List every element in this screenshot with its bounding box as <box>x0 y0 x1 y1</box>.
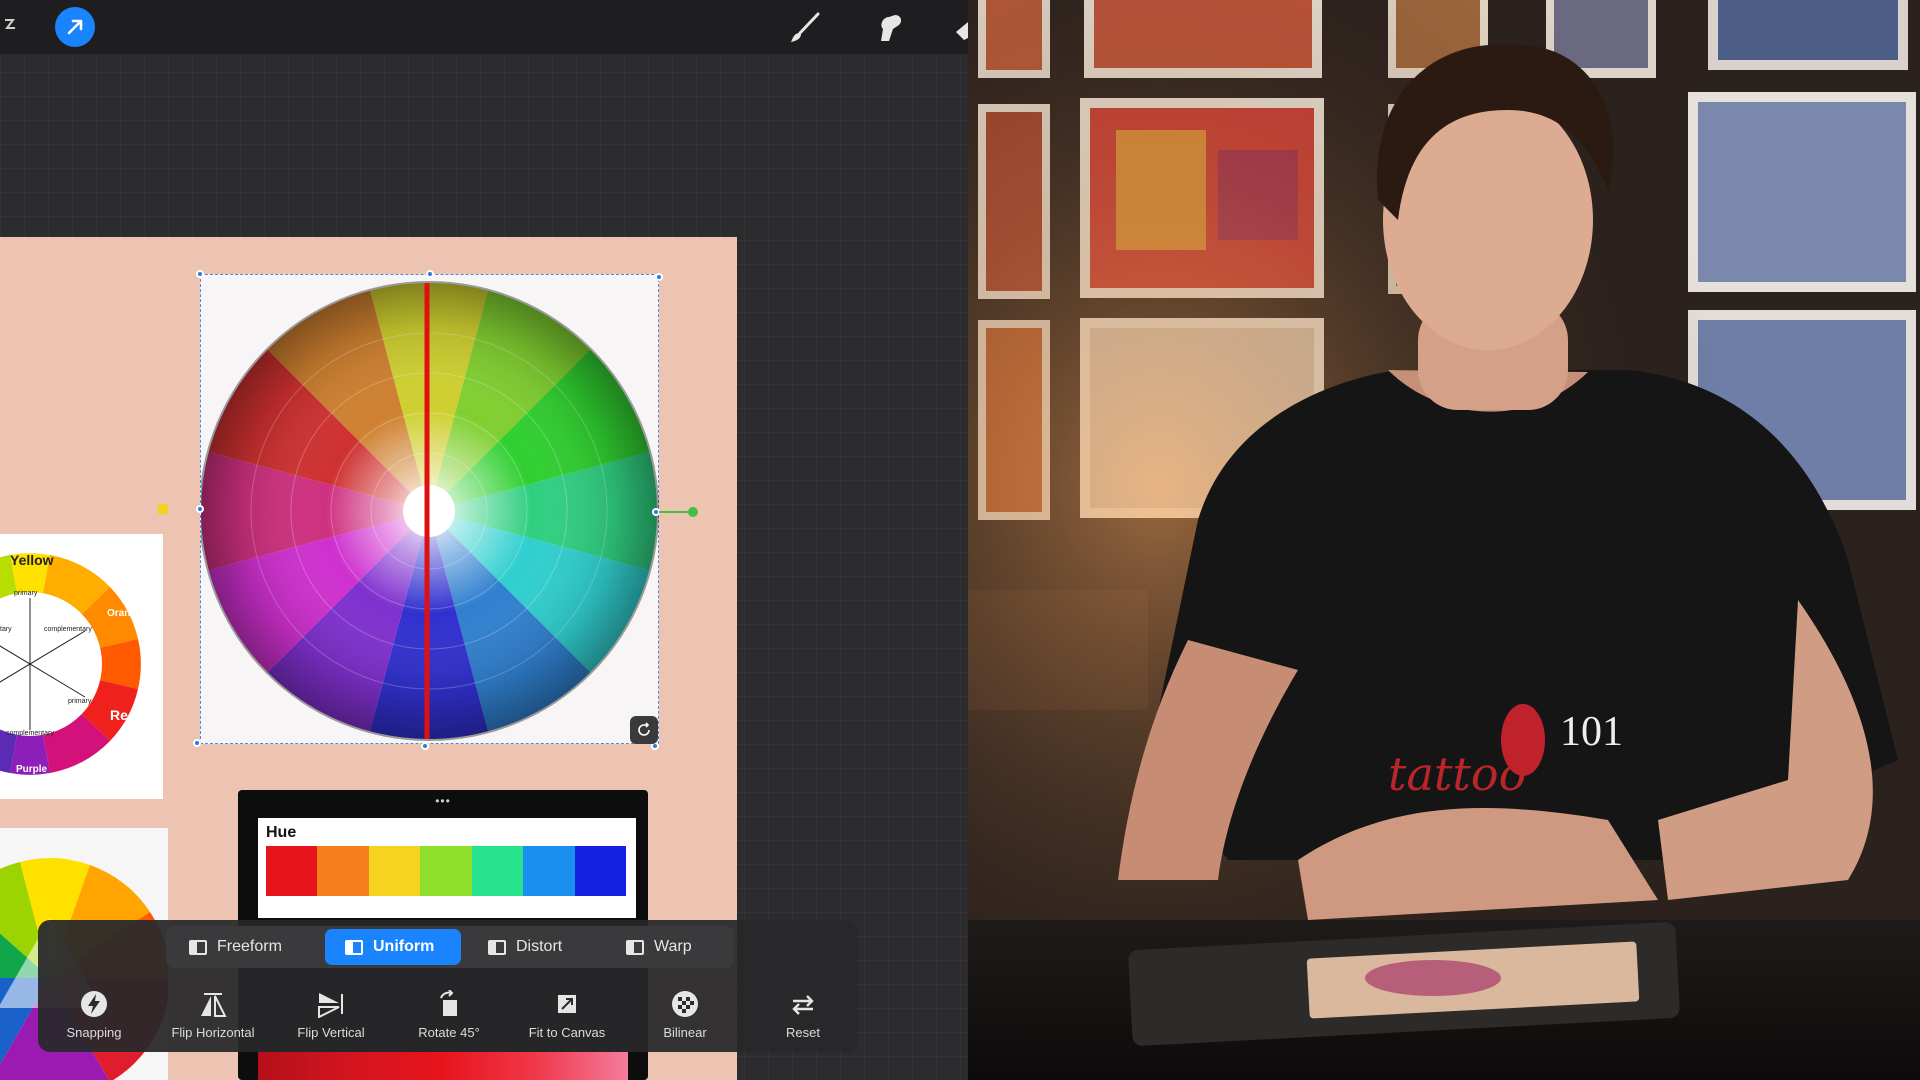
hue-swatch <box>317 846 370 896</box>
tab-warp[interactable]: Warp <box>606 929 726 965</box>
hue-swatch <box>420 846 473 896</box>
fit-to-canvas-icon <box>558 995 576 1013</box>
presenter-video: tattoo 101 <box>968 0 1920 1080</box>
rotate-45-label: Rotate 45° <box>418 1025 480 1040</box>
reset-icon <box>792 995 814 1015</box>
tab-distort-label: Distort <box>516 938 563 955</box>
transform-handle-left[interactable] <box>196 505 204 513</box>
tab-warp-label: Warp <box>654 938 692 955</box>
skew-handle[interactable] <box>158 504 168 514</box>
fit-to-canvas-label: Fit to Canvas <box>528 1025 606 1040</box>
tab-freeform-label: Freeform <box>217 938 282 955</box>
tab-uniform-label: Uniform <box>373 938 435 955</box>
reset-label: Reset <box>786 1025 820 1040</box>
wheel-label-secondary: tary <box>0 626 12 633</box>
procreate-app: Yellow Orange Red Purple primary complem… <box>0 0 968 1080</box>
hue-swatch <box>471 846 524 896</box>
transform-mode-bar: Freeform Uniform Distort Warp <box>166 926 734 968</box>
wheel-label-primary-top: primary <box>14 590 38 597</box>
warp-icon <box>626 939 644 955</box>
wheel-label-complementary-bottom: complementary <box>6 730 54 737</box>
freeform-icon <box>189 939 207 955</box>
rotate-corner-icon <box>638 722 650 736</box>
snapping-button[interactable]: Snapping <box>39 990 149 1046</box>
tab-uniform[interactable]: Uniform <box>325 929 461 965</box>
tab-freeform[interactable]: Freeform <box>169 929 319 965</box>
reference-menu-dots[interactable]: ••• <box>238 794 648 808</box>
hue-reference-card: Hue <box>258 818 636 918</box>
brush-icon[interactable] <box>785 8 825 48</box>
wheel-label-yellow: Yellow <box>10 552 54 568</box>
hue-swatch <box>368 846 421 896</box>
transform-handle-bottom[interactable] <box>421 742 429 750</box>
hue-swatch <box>523 846 576 896</box>
reference-color-wheel: Yellow Orange Red Purple primary complem… <box>0 534 163 799</box>
eraser-icon[interactable] <box>952 18 968 42</box>
shirt-logo-number: 101 <box>1560 709 1623 755</box>
transform-handle-bottom-left[interactable] <box>193 739 201 747</box>
reset-button[interactable]: Reset <box>748 990 858 1046</box>
flip-vertical-label: Flip Vertical <box>297 1025 365 1040</box>
snapping-icon <box>81 991 107 1017</box>
flip-vertical-icon <box>318 993 343 1018</box>
hue-title: Hue <box>266 824 297 841</box>
distort-icon <box>488 939 506 955</box>
flip-vertical-button[interactable]: Flip Vertical <box>276 990 386 1046</box>
uniform-icon <box>345 939 363 955</box>
top-toolbar <box>0 0 968 54</box>
transform-arrow-icon[interactable] <box>55 7 95 47</box>
fit-to-canvas-button[interactable]: Fit to Canvas <box>512 990 622 1046</box>
wheel-label-primary-bottom: primary <box>68 698 92 705</box>
hue-swatch <box>266 846 318 896</box>
tab-distort[interactable]: Distort <box>468 929 598 965</box>
snapping-label: Snapping <box>66 1025 122 1040</box>
transform-handle-top[interactable] <box>426 270 434 278</box>
wheel-label-orange: Orange <box>107 608 143 619</box>
desk <box>968 920 1920 1080</box>
flip-horizontal-label: Flip Horizontal <box>171 1025 255 1040</box>
transform-handle-top-right[interactable] <box>655 273 663 281</box>
bilinear-button[interactable]: Bilinear <box>630 990 740 1046</box>
rotate-icon <box>440 990 457 1016</box>
wheel-label-complementary-top: complementary <box>44 626 92 633</box>
rotation-handle-knob[interactable] <box>688 507 698 517</box>
rotate-45-button[interactable]: Rotate 45° <box>394 990 504 1046</box>
rotate-corner-button[interactable] <box>630 716 658 744</box>
menu-icon[interactable] <box>0 12 20 42</box>
smudge-icon[interactable] <box>870 8 910 48</box>
reference-bottom-strip <box>258 1052 628 1080</box>
flip-horizontal-button[interactable]: Flip Horizontal <box>158 990 268 1046</box>
bilinear-label: Bilinear <box>663 1025 707 1040</box>
selected-color-wheel[interactable] <box>199 274 659 744</box>
transform-handle-top-left[interactable] <box>196 270 204 278</box>
wheel-label-purple: Purple <box>16 764 48 775</box>
wheel-label-red: Red <box>110 707 137 723</box>
flip-horizontal-icon <box>201 993 227 1017</box>
bilinear-icon <box>672 991 698 1017</box>
hue-swatch <box>574 846 627 896</box>
